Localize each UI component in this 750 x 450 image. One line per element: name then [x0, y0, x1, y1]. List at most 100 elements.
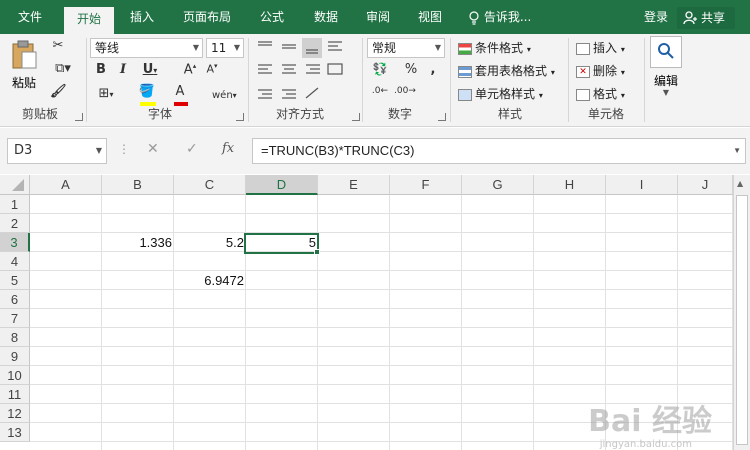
table-icon — [458, 65, 472, 78]
tab-home[interactable]: 开始 — [64, 7, 114, 34]
name-box-value: D3 — [14, 143, 33, 158]
delete-cells-button[interactable]: ✕ 删除 ▾ — [576, 61, 625, 81]
formula-input[interactable]: =TRUNC(B3)*TRUNC(C3) ▼ — [252, 138, 746, 164]
conditional-format-icon — [458, 42, 472, 55]
share-button[interactable]: 共享 — [677, 7, 735, 29]
format-cells-label: 格式 — [593, 87, 618, 101]
insert-cells-icon — [576, 42, 590, 55]
decrease-font-icon[interactable]: A▾ — [204, 62, 220, 76]
formula-text: =TRUNC(B3)*TRUNC(C3) — [261, 143, 415, 158]
name-box[interactable]: D3 ▼ — [7, 138, 107, 164]
tab-formulas[interactable]: 公式 — [250, 0, 294, 34]
font-group-label: 字体 — [147, 107, 172, 121]
scroll-up-icon[interactable]: ▲ — [737, 179, 743, 188]
format-as-table-button[interactable]: 套用表格格式 ▾ — [458, 61, 555, 81]
clipboard-group-label: 剪贴板 — [21, 107, 58, 121]
font-color-button[interactable]: A — [172, 84, 198, 106]
font-color-icon: A — [175, 84, 185, 99]
format-cells-icon — [576, 88, 590, 101]
border-icon[interactable]: ⊞▾ — [94, 86, 118, 101]
percent-icon[interactable]: % — [404, 62, 418, 77]
clipboard-launcher-icon[interactable] — [75, 113, 83, 121]
cell-styles-label: 单元格样式 — [475, 87, 536, 101]
alignment-launcher-icon[interactable] — [352, 113, 360, 121]
tab-review[interactable]: 审阅 — [356, 0, 400, 34]
paste-button[interactable]: 粘贴 — [6, 40, 42, 96]
ribbon-tab-bar: 文件 开始 插入 页面布局 公式 数据 审阅 视图 告诉我... 登录 共享 — [0, 0, 750, 34]
tab-page-layout[interactable]: 页面布局 — [174, 0, 240, 34]
italic-button[interactable]: I — [116, 62, 130, 77]
cancel-icon[interactable]: ✕ — [147, 141, 159, 157]
insert-cells-label: 插入 — [593, 41, 618, 55]
cell-styles-button[interactable]: 单元格样式 ▾ — [458, 84, 543, 104]
number-format-value: 常规 — [372, 41, 397, 55]
format-as-table-label: 套用表格格式 — [475, 64, 548, 78]
separator — [644, 38, 645, 122]
font-size-value: 11 — [211, 41, 227, 55]
spreadsheet-grid[interactable]: ABCDEFGHIJ 1 2 3 4 5 6 7 8 9 10 11 12 13 1.336 5.2 5 6.… — [0, 175, 750, 450]
formula-bar: D3 ▼ ⋮ ✕ ✓ fx =TRUNC(B3)*TRUNC(C3) ▼ — [0, 128, 750, 174]
increase-font-icon[interactable]: A▴ — [182, 62, 198, 77]
number-launcher-icon[interactable] — [438, 113, 446, 121]
font-size-combo[interactable]: 11 ▼ — [206, 38, 244, 58]
bold-button[interactable]: B — [94, 62, 108, 77]
person-icon — [683, 11, 697, 25]
vertical-scrollbar[interactable]: ▲ — [733, 175, 750, 450]
conditional-format-label: 条件格式 — [475, 41, 524, 55]
font-launcher-icon[interactable] — [236, 113, 244, 121]
comma-icon[interactable]: , — [428, 62, 438, 77]
cell-B3[interactable]: 1.336 — [102, 233, 174, 252]
editing-label[interactable]: 编辑 — [648, 72, 684, 89]
cell-styles-icon — [458, 88, 472, 101]
decrease-decimal-icon[interactable]: .00→ — [394, 86, 416, 96]
tab-insert[interactable]: 插入 — [120, 0, 164, 34]
fill-handle[interactable] — [314, 249, 320, 255]
cell-C3[interactable]: 5.2 — [174, 233, 246, 252]
clipboard-icon — [12, 40, 37, 69]
alignment-group-label: 对齐方式 — [275, 107, 324, 121]
search-icon[interactable] — [650, 36, 682, 68]
tell-me-box[interactable]: 告诉我... — [468, 0, 531, 34]
scrollbar-thumb[interactable] — [736, 195, 748, 445]
insert-function-icon[interactable]: fx — [222, 141, 234, 156]
share-label: 共享 — [701, 11, 726, 25]
chevron-down-icon: ▼ — [192, 43, 199, 52]
tab-view[interactable]: 视图 — [408, 0, 452, 34]
ribbon: 粘贴 ✂ ⧉▾ 🖌 剪贴板 等线 ▼ 11 ▼ B I U▾ A▴ A▾ ⊞▾ 🪣 … — [0, 34, 750, 127]
chevron-down-icon: ▼ — [662, 88, 670, 97]
tab-file[interactable]: 文件 — [8, 0, 52, 34]
watermark-url: jingyan.baidu.com — [599, 439, 692, 450]
enter-check-icon[interactable]: ✓ — [186, 141, 198, 157]
tab-data[interactable]: 数据 — [304, 0, 348, 34]
delete-cells-icon: ✕ — [576, 65, 590, 78]
styles-group-label: 样式 — [497, 107, 522, 121]
tell-me-text: 告诉我... — [483, 10, 532, 24]
cell-C5[interactable]: 6.9472 — [174, 271, 246, 290]
conditional-format-button[interactable]: 条件格式 ▾ — [458, 38, 531, 58]
login-link[interactable]: 登录 — [636, 0, 676, 34]
underline-button[interactable]: U▾ — [138, 62, 162, 77]
number-format-combo[interactable]: 常规 ▼ — [367, 38, 445, 58]
format-cells-button[interactable]: 格式 ▾ — [576, 84, 625, 104]
increase-decimal-icon[interactable]: .0← — [370, 86, 390, 96]
cells-group-label: 单元格 — [587, 107, 624, 121]
selection-box — [244, 233, 319, 254]
separator — [86, 38, 87, 122]
lightbulb-icon — [469, 10, 479, 25]
font-name-value: 等线 — [95, 41, 120, 55]
watermark-logo: Bai 经验 — [588, 404, 712, 439]
insert-cells-button[interactable]: 插入 ▾ — [576, 38, 625, 58]
separator — [568, 38, 569, 122]
alignment-icons[interactable] — [256, 38, 348, 106]
fill-color-button[interactable]: 🪣 — [138, 84, 164, 106]
font-name-combo[interactable]: 等线 ▼ — [90, 38, 203, 58]
copy-icon[interactable]: ⧉▾ — [50, 61, 76, 76]
cut-icon[interactable]: ✂ — [50, 38, 66, 53]
format-painter-icon[interactable]: 🖌 — [50, 84, 67, 99]
currency-icon[interactable]: 💱 — [370, 62, 390, 76]
delete-cells-label: 删除 — [593, 64, 618, 78]
phonetic-button[interactable]: wén▾ — [212, 86, 237, 106]
drag-handle-icon[interactable]: ⋮ — [118, 142, 130, 156]
number-group-label: 数字 — [387, 107, 412, 121]
separator — [362, 38, 363, 122]
